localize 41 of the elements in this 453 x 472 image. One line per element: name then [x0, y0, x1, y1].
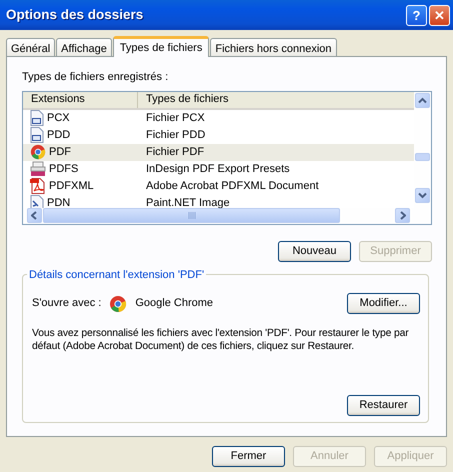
type-cell-text: Fichier PDF [145, 144, 204, 160]
tab[interactable]: Affichage [56, 38, 112, 56]
section-label: Types de fichiers enregistrés : [22, 70, 168, 85]
scroll-thumb[interactable] [415, 152, 430, 160]
description-text: Vous avez personnalisé les fichiers avec l'extension 'PDF'. Pour restaurer le type par défaut (Adobe Acrobat Document) de ces fichiers, cliquez sur Restaurer. [32, 326, 410, 352]
list-row[interactable]: PDFS InDesign PDF Export Presets [23, 160, 414, 178]
image-file-icon [30, 195, 44, 208]
extension-cell-text: PDFXML [49, 178, 94, 194]
scroll-thumb[interactable] [43, 208, 340, 223]
file-icon [30, 110, 44, 126]
application-name: Google Chrome [135, 296, 214, 312]
dialog-button[interactable]: Fermer [212, 446, 285, 467]
list-row[interactable]: PDF Fichier PDF [23, 144, 414, 160]
tab[interactable]: Types de fichiers [112, 36, 210, 57]
tab[interactable]: Fichiers hors connexion [210, 38, 337, 56]
type-cell-text: Fichier PCX [145, 110, 205, 126]
printer-icon [30, 161, 46, 177]
list-row[interactable]: PCX Fichier PCX [23, 110, 414, 126]
chrome-icon [30, 144, 46, 160]
type-cell-text: Adobe Acrobat PDFXML Document [145, 178, 319, 194]
column-header[interactable]: Extensions [23, 92, 138, 108]
file-icon [30, 127, 44, 143]
list-row[interactable]: PDD Fichier PDD [23, 126, 414, 144]
change-button[interactable]: Modifier... [347, 293, 420, 314]
tab[interactable]: Général [6, 38, 56, 56]
type-cell-text: InDesign PDF Export Presets [145, 162, 290, 177]
opens-with-label: S'ouvre avec : [32, 296, 102, 312]
help-button[interactable]: ? [406, 4, 427, 26]
type-cell-text: Fichier PDD [145, 128, 206, 143]
extension-cell-text: PDD [47, 128, 70, 143]
chrome-icon [109, 294, 128, 312]
list-row[interactable]: PDFXML Adobe Acrobat PDFXML Document [23, 178, 414, 194]
column-header[interactable]: Types de fichiers [138, 92, 229, 108]
extension-cell-text: PCX [47, 110, 70, 126]
extension-cell-text: PDF [49, 144, 71, 160]
dialog-button[interactable]: Nouveau [278, 240, 351, 262]
pdf-file-icon [30, 178, 46, 194]
extension-cell-text: PDFS [49, 162, 78, 177]
extension-cell-text: PDN [47, 196, 70, 208]
restore-button[interactable]: Restaurer [347, 394, 420, 416]
window-title: Options des dossiers [6, 6, 144, 24]
